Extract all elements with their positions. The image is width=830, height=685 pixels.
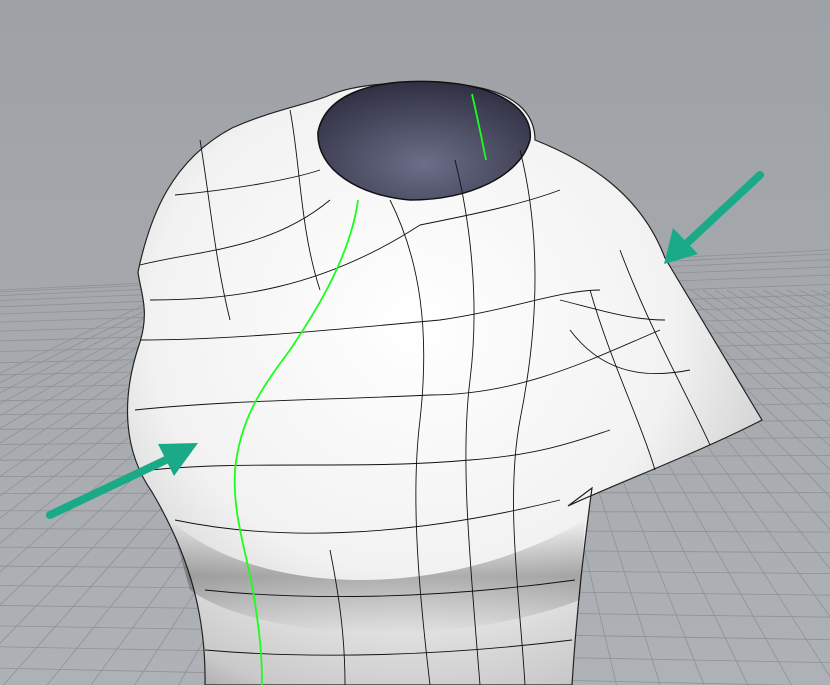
3d-viewport[interactable]	[0, 0, 830, 685]
viewport-canvas[interactable]	[0, 0, 830, 685]
